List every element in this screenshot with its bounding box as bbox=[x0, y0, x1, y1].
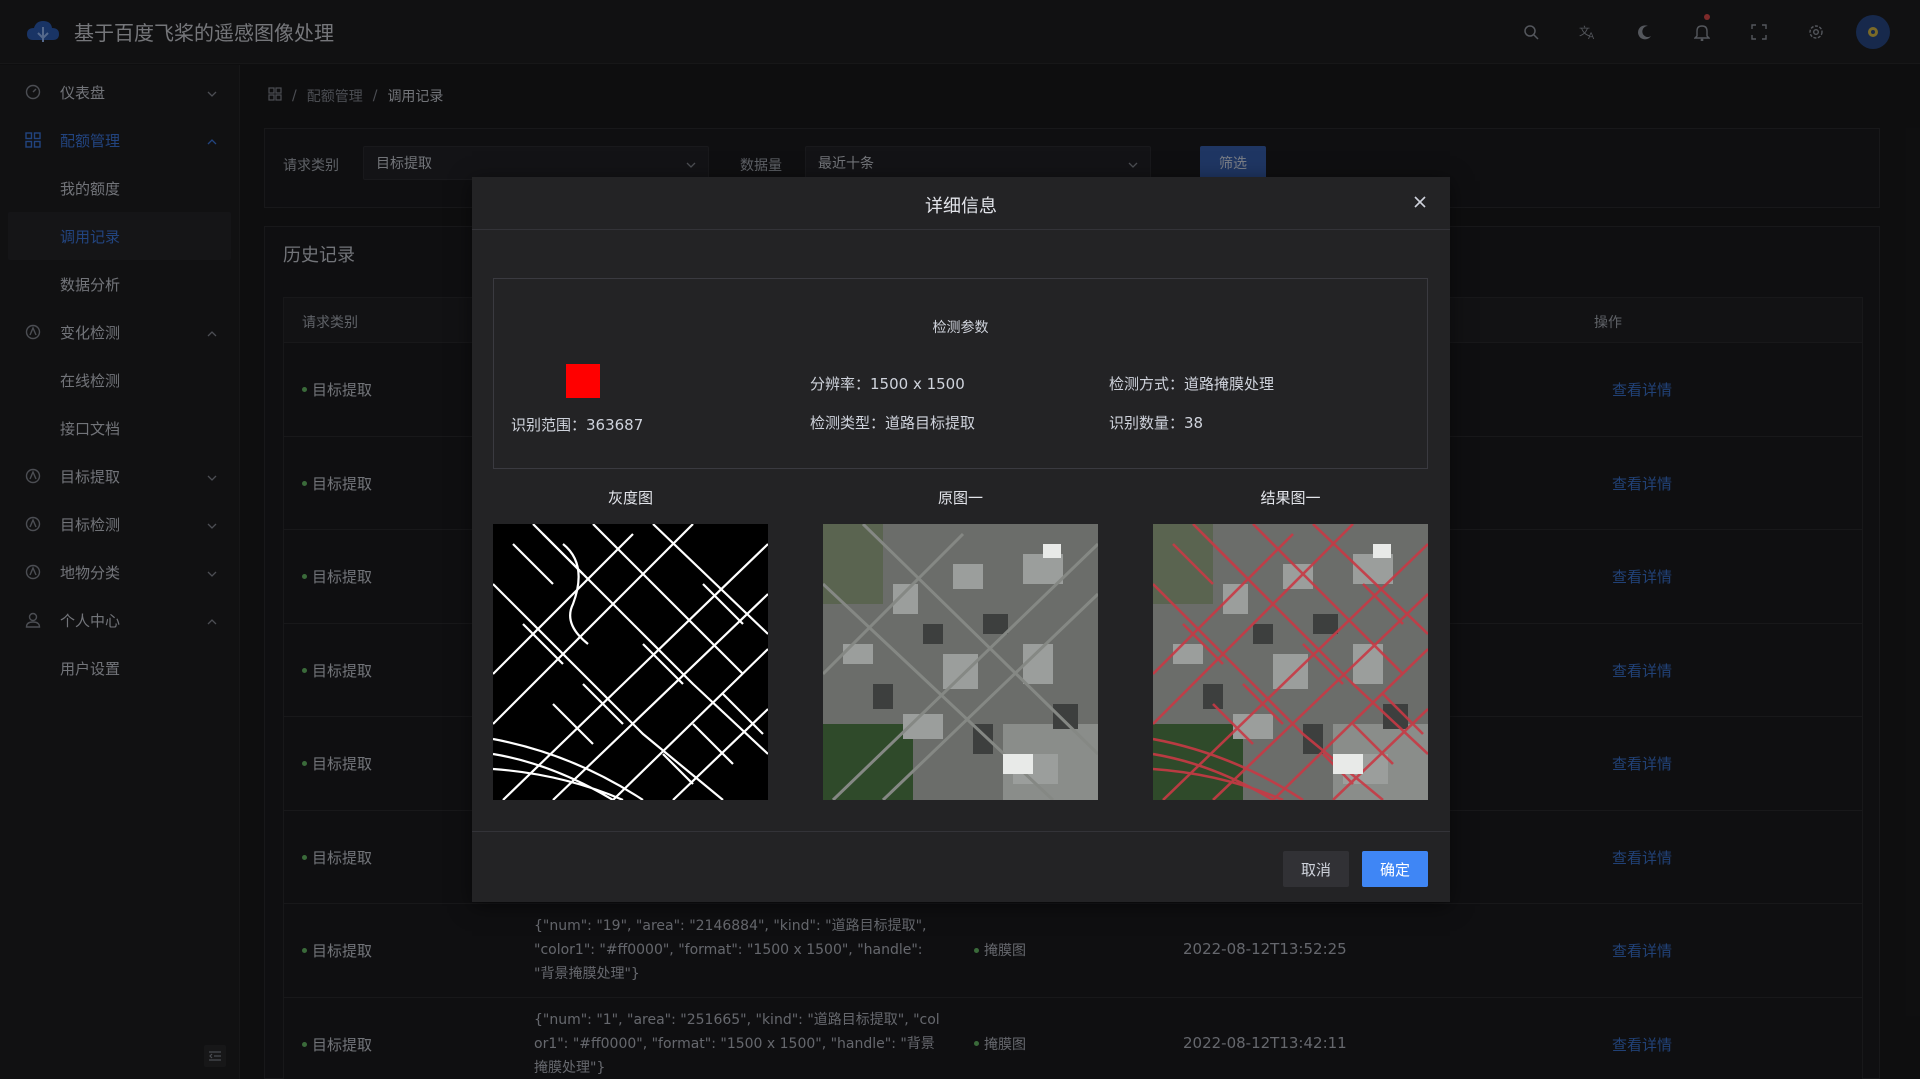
gray-image-label: 灰度图 bbox=[607, 489, 653, 507]
params-title: 检测参数 bbox=[932, 320, 989, 336]
result-image-label: 结果图一 bbox=[1260, 489, 1321, 507]
range-text: 识别范围：363687 bbox=[511, 416, 644, 434]
color-swatch bbox=[566, 364, 600, 398]
detail-dialog: 详细信息 检测参数 识别范围：363687 分辨率：1500 x 1500 检测… bbox=[472, 177, 1450, 902]
detect-params-box: 检测参数 识别范围：363687 分辨率：1500 x 1500 检测类型：道路… bbox=[493, 278, 1428, 469]
cancel-button[interactable]: 取消 bbox=[1283, 851, 1349, 887]
close-icon[interactable] bbox=[1410, 192, 1430, 212]
gray-image bbox=[493, 524, 768, 800]
dialog-footer-divider bbox=[472, 831, 1450, 832]
detect-mode-text: 检测方式：道路掩膜处理 bbox=[1109, 375, 1275, 393]
detect-type-text: 检测类型：道路目标提取 bbox=[810, 414, 976, 432]
confirm-button[interactable]: 确定 bbox=[1362, 851, 1428, 887]
count-text: 识别数量：38 bbox=[1109, 414, 1204, 432]
original-image bbox=[823, 524, 1098, 800]
resolution-text: 分辨率：1500 x 1500 bbox=[810, 375, 965, 393]
original-image-label: 原图一 bbox=[937, 489, 983, 507]
dialog-title: 详细信息 bbox=[925, 196, 997, 217]
result-image bbox=[1153, 524, 1428, 800]
dialog-header: 详细信息 bbox=[472, 177, 1450, 230]
